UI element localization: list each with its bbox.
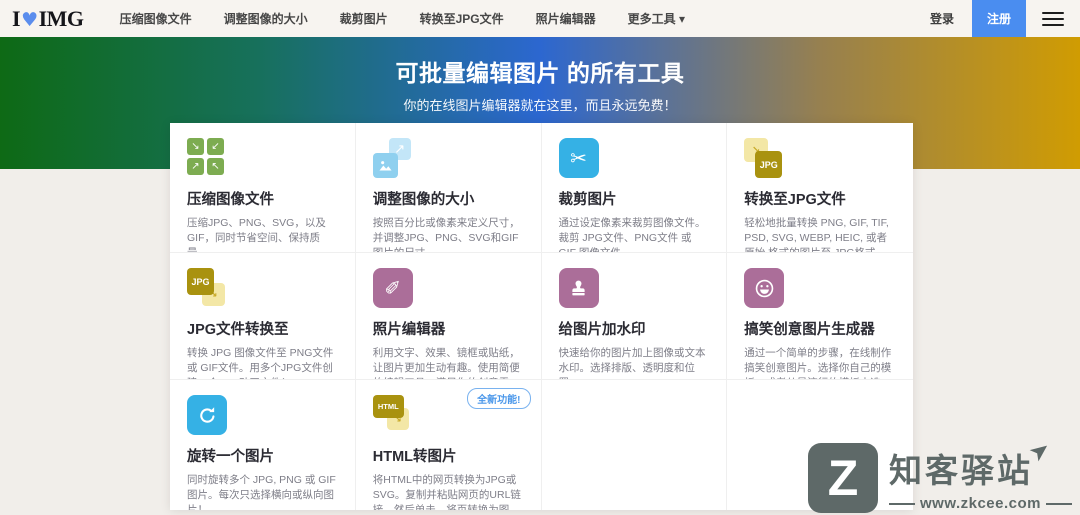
tool-card[interactable]: ✂ 裁剪图片 通过设定像素来裁剪图像文件。裁剪 JPG文件、PNG文件 或 GI… bbox=[542, 123, 728, 253]
watermark-logo: Z bbox=[808, 443, 878, 513]
hero-subtitle: 你的在线图片编辑器就在这里，而且永远免费！ bbox=[0, 95, 1080, 114]
register-button[interactable]: 注册 bbox=[972, 0, 1026, 37]
tool-description: 通过设定像素来裁剪图像文件。裁剪 JPG文件、PNG文件 或 GIF 图像文件。 bbox=[559, 216, 711, 253]
tool-card[interactable]: JPG↘ JPG文件转换至 转换 JPG 图像文件至 PNG文件 或 GIF文件… bbox=[170, 253, 356, 380]
empty-cell bbox=[542, 380, 728, 510]
login-button[interactable]: 登录 bbox=[912, 10, 972, 27]
watermark-site-name: 知客驿站 bbox=[889, 444, 1033, 492]
site-watermark: Z 知客驿站 www.zkcee.com bbox=[808, 443, 1072, 513]
tool-title: 转换至JPG文件 bbox=[744, 188, 897, 209]
nav-item-5[interactable]: 更多工具 ▾ bbox=[628, 10, 685, 27]
tool-title: 调整图像的大小 bbox=[373, 188, 525, 209]
watermark-site-url: www.zkcee.com bbox=[920, 495, 1041, 512]
tool-card[interactable]: ✐ 照片编辑器 利用文字、效果、镜框或贴纸，让图片更加生动有趣。使用简便的编辑工… bbox=[356, 253, 542, 380]
hamburger-menu-icon[interactable] bbox=[1042, 12, 1064, 26]
tool-card[interactable]: 搞笑创意图片生成器 通过一个简单的步骤，在线制作搞笑创意图片。选择你自己的模板，… bbox=[727, 253, 913, 380]
watermark-stamp-icon bbox=[559, 268, 711, 310]
nav-item-0[interactable]: 压缩图像文件 bbox=[120, 10, 192, 27]
nav-item-1[interactable]: 调整图像的大小 bbox=[224, 10, 308, 27]
tools-grid: ↘↙↗↖ 压缩图像文件 压缩JPG、PNG、SVG，以及GIF，同时节省空间、保… bbox=[170, 123, 913, 510]
tool-title: HTML转图片 bbox=[373, 445, 525, 466]
logo-text-i: I bbox=[12, 6, 20, 32]
compress-icon: ↘↙↗↖ bbox=[187, 138, 339, 180]
tool-title: 裁剪图片 bbox=[559, 188, 711, 209]
tool-title: 搞笑创意图片生成器 bbox=[744, 318, 897, 339]
auth-area: 登录 注册 bbox=[912, 0, 1080, 37]
tool-description: 同时旋转多个 JPG, PNG 或 GIF 图片。每次只选择横向或纵向图片！ bbox=[187, 473, 339, 510]
tool-description: 压缩JPG、PNG、SVG，以及GIF，同时节省空间、保持质量。 bbox=[187, 216, 339, 253]
tool-title: 照片编辑器 bbox=[373, 318, 525, 339]
tools-panel: ↘↙↗↖ 压缩图像文件 压缩JPG、PNG、SVG，以及GIF，同时节省空间、保… bbox=[170, 123, 913, 510]
tool-title: 给图片加水印 bbox=[559, 318, 711, 339]
tool-card[interactable]: 全新功能! HTML↘ HTML转图片 将HTML中的网页转换为JPG或SVG。… bbox=[356, 380, 542, 510]
tool-card[interactable]: 给图片加水印 快速给你的图片加上图像或文本水印。选择排版、透明度和位置。 bbox=[542, 253, 728, 380]
tool-description: 快速给你的图片加上图像或文本水印。选择排版、透明度和位置。 bbox=[559, 346, 711, 380]
tool-description: 利用文字、效果、镜框或贴纸，让图片更加生动有趣。使用简便的编辑工具，满足你的创意… bbox=[373, 346, 525, 380]
main-nav: 压缩图像文件 调整图像的大小 裁剪图片 转换至JPG文件 照片编辑器 更多工具 ▾ bbox=[120, 10, 685, 27]
crop-icon: ✂ bbox=[559, 138, 711, 180]
nav-item-4[interactable]: 照片编辑器 bbox=[536, 10, 596, 27]
nav-item-3[interactable]: 转换至JPG文件 bbox=[420, 10, 504, 27]
new-feature-badge: 全新功能! bbox=[467, 388, 530, 409]
tool-title: 旋转一个图片 bbox=[187, 445, 339, 466]
resize-icon: ↗ bbox=[373, 138, 525, 180]
tool-title: 压缩图像文件 bbox=[187, 188, 339, 209]
tool-description: 转换 JPG 图像文件至 PNG文件 或 GIF文件。用多个JPG文件创建一个 … bbox=[187, 346, 339, 380]
top-navbar: I♥IMG 压缩图像文件 调整图像的大小 裁剪图片 转换至JPG文件 照片编辑器 更多工具… bbox=[0, 0, 1080, 37]
site-logo[interactable]: I♥IMG bbox=[12, 6, 84, 32]
tool-card[interactable]: 旋转一个图片 同时旋转多个 JPG, PNG 或 GIF 图片。每次只选择横向或… bbox=[170, 380, 356, 510]
meme-generator-icon bbox=[744, 268, 897, 310]
photo-editor-icon: ✐ bbox=[373, 268, 525, 310]
tool-description: 轻松地批量转换 PNG, GIF, TIF, PSD, SVG, WEBP, H… bbox=[744, 216, 897, 253]
tool-description: 按照百分比或像素来定义尺寸，并调整JPG、PNG、SVG和GIF图片的尺寸。 bbox=[373, 216, 525, 253]
logo-text-img: IMG bbox=[39, 6, 84, 32]
tool-description: 通过一个简单的步骤，在线制作搞笑创意图片。选择你自己的模板，或者从最流行的模板中… bbox=[744, 346, 897, 380]
heart-icon: ♥ bbox=[21, 9, 38, 31]
jpg-to-other-icon: JPG↘ bbox=[187, 268, 339, 310]
tool-description: 将HTML中的网页转换为JPG或SVG。复制并粘贴网页的URL链接，然后单击，将… bbox=[373, 473, 525, 510]
rotate-icon bbox=[187, 395, 339, 437]
tool-card[interactable]: ↘↙↗↖ 压缩图像文件 压缩JPG、PNG、SVG，以及GIF，同时节省空间、保… bbox=[170, 123, 356, 253]
tool-title: JPG文件转换至 bbox=[187, 318, 339, 339]
nav-item-2[interactable]: 裁剪图片 bbox=[340, 10, 388, 27]
tool-card[interactable]: ↗ 调整图像的大小 按照百分比或像素来定义尺寸，并调整JPG、PNG、SVG和G… bbox=[356, 123, 542, 253]
convert-to-jpg-icon: ↘JPG bbox=[744, 138, 897, 180]
tool-card[interactable]: ↘JPG 转换至JPG文件 轻松地批量转换 PNG, GIF, TIF, PSD… bbox=[727, 123, 913, 253]
hero-title: 可批量编辑图片 的所有工具 bbox=[0, 54, 1080, 88]
